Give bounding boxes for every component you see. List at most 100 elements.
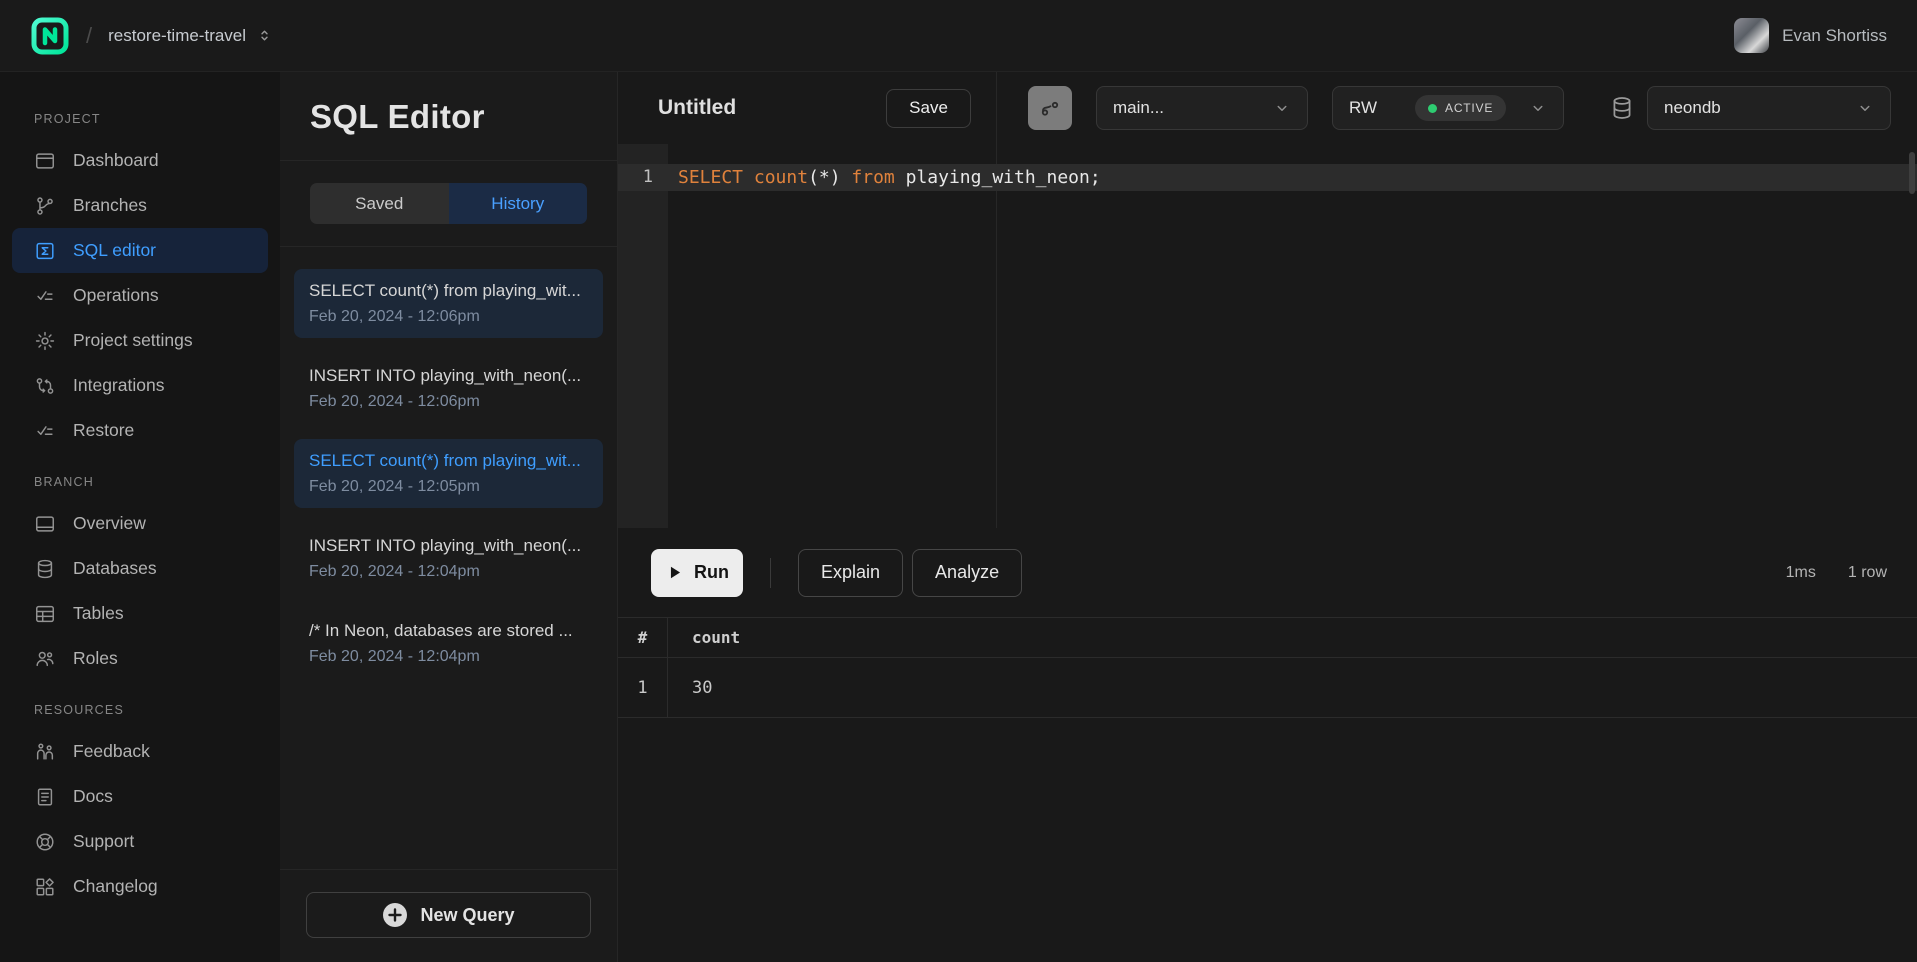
explain-button[interactable]: Explain [798, 549, 903, 597]
docs-icon [34, 786, 56, 808]
database-select-group: neondb [1609, 86, 1891, 130]
history-item-selected[interactable]: SELECT count(*) from playing_wit... Feb … [294, 439, 603, 508]
run-button[interactable]: Run [651, 549, 743, 597]
tab-saved[interactable]: Saved [310, 183, 449, 224]
history-timestamp: Feb 20, 2024 - 12:04pm [309, 648, 588, 666]
history-timestamp: Feb 20, 2024 - 12:06pm [309, 393, 588, 411]
project-selector[interactable]: restore-time-travel [108, 26, 273, 46]
connection-controls: main... RW ACTIVE [1028, 72, 1891, 144]
sidebar-item-label: Roles [73, 648, 118, 669]
panel-footer: New Query [280, 869, 617, 962]
section-label-resources: RESOURCES [34, 703, 280, 717]
sidebar-item-label: Feedback [73, 741, 150, 762]
sql-keyword: from [851, 167, 894, 188]
chevron-down-icon [1529, 99, 1547, 117]
user-menu[interactable]: Evan Shortiss [1734, 18, 1887, 53]
history-timestamp: Feb 20, 2024 - 12:04pm [309, 563, 588, 581]
history-item[interactable]: INSERT INTO playing_with_neon(... Feb 20… [294, 354, 603, 423]
compute-select[interactable]: RW ACTIVE [1332, 86, 1564, 130]
sidebar-item-label: Integrations [73, 375, 164, 396]
sidebar-item-restore[interactable]: Restore [0, 408, 280, 453]
operations-icon [34, 285, 56, 307]
history-item[interactable]: SELECT count(*) from playing_wit... Feb … [294, 269, 603, 338]
sql-editor-panel: SQL Editor Saved History SELECT count(*)… [280, 72, 618, 962]
sidebar: PROJECT Dashboard Branches [0, 72, 280, 962]
play-icon [665, 563, 684, 582]
query-title: Untitled [658, 96, 736, 120]
code-editor[interactable]: 1 SELECT count(*) from playing_with_neon… [618, 144, 1917, 528]
roles-icon [34, 648, 56, 670]
restore-icon [34, 420, 56, 442]
avatar [1734, 18, 1769, 53]
project-name: restore-time-travel [108, 26, 246, 46]
feedback-icon [34, 741, 56, 763]
sidebar-item-roles[interactable]: Roles [0, 636, 280, 681]
sql-editor-icon [34, 240, 56, 262]
sidebar-item-integrations[interactable]: Integrations [0, 363, 280, 408]
active-status-dot [1428, 104, 1437, 113]
database-select[interactable]: neondb [1647, 86, 1891, 130]
branch-icon-button[interactable] [1028, 86, 1072, 130]
row-index-cell: 1 [618, 658, 668, 717]
history-query-text: INSERT INTO playing_with_neon(... [309, 536, 588, 556]
code-line[interactable]: SELECT count(*) from playing_with_neon; [678, 164, 1101, 191]
table-row: 1 30 [618, 658, 1917, 718]
query-history-list: SELECT count(*) from playing_wit... Feb … [280, 247, 617, 869]
sidebar-item-changelog[interactable]: Changelog [0, 864, 280, 909]
status-badge: ACTIVE [1415, 95, 1506, 121]
tabs-container: Saved History [280, 161, 617, 247]
sidebar-item-label: Operations [73, 285, 159, 306]
history-query-text: SELECT count(*) from playing_wit... [309, 451, 588, 471]
history-item[interactable]: INSERT INTO playing_with_neon(... Feb 20… [294, 524, 603, 593]
new-query-button[interactable]: New Query [306, 892, 591, 938]
column-header-count: count [668, 628, 740, 647]
history-timestamp: Feb 20, 2024 - 12:05pm [309, 478, 588, 496]
actions-divider [770, 558, 771, 588]
sidebar-item-support[interactable]: Support [0, 819, 280, 864]
sidebar-item-databases[interactable]: Databases [0, 546, 280, 591]
status-badge-label: ACTIVE [1445, 101, 1493, 115]
sidebar-item-label: Project settings [73, 330, 193, 351]
sidebar-item-dashboard[interactable]: Dashboard [0, 138, 280, 183]
sidebar-item-branches[interactable]: Branches [0, 183, 280, 228]
updown-chevron-icon [256, 27, 273, 44]
neon-logo[interactable] [30, 16, 70, 56]
user-name: Evan Shortiss [1782, 26, 1887, 46]
sidebar-item-label: Tables [73, 603, 124, 624]
history-timestamp: Feb 20, 2024 - 12:06pm [309, 308, 588, 326]
sidebar-item-label: Restore [73, 420, 134, 441]
database-select-value: neondb [1664, 98, 1721, 118]
sidebar-item-sql-editor[interactable]: SQL editor [12, 228, 268, 273]
sidebar-item-operations[interactable]: Operations [0, 273, 280, 318]
sidebar-item-overview[interactable]: Overview [0, 501, 280, 546]
branch-select[interactable]: main... [1096, 86, 1308, 130]
saved-history-tabs: Saved History [310, 183, 587, 224]
sidebar-item-tables[interactable]: Tables [0, 591, 280, 636]
line-number: 1 [618, 164, 668, 191]
history-item[interactable]: /* In Neon, databases are stored ... Feb… [294, 609, 603, 678]
save-button[interactable]: Save [886, 89, 971, 128]
panel-header: SQL Editor [280, 72, 617, 161]
branch-icon [1038, 96, 1062, 120]
analyze-button[interactable]: Analyze [912, 549, 1022, 597]
editor-scrollbar[interactable] [1909, 152, 1915, 194]
plus-circle-icon [382, 902, 408, 928]
sidebar-item-label: Docs [73, 786, 113, 807]
support-icon [34, 831, 56, 853]
sql-keyword: count [754, 167, 808, 188]
history-query-text: SELECT count(*) from playing_wit... [309, 281, 588, 301]
database-icon [1609, 95, 1635, 121]
sidebar-item-feedback[interactable]: Feedback [0, 729, 280, 774]
editor-main: Untitled Save main... RW [618, 72, 1917, 962]
sidebar-item-label: Branches [73, 195, 147, 216]
new-query-label: New Query [420, 905, 514, 926]
sidebar-item-label: Support [73, 831, 134, 852]
sidebar-item-docs[interactable]: Docs [0, 774, 280, 819]
column-header-index: # [618, 618, 668, 657]
sidebar-item-project-settings[interactable]: Project settings [0, 318, 280, 363]
chevron-down-icon [1856, 99, 1874, 117]
sql-keyword: SELECT [678, 167, 743, 188]
results-header-row: # count [618, 617, 1917, 658]
tab-history[interactable]: History [449, 183, 588, 224]
query-row-count: 1 row [1848, 564, 1887, 582]
